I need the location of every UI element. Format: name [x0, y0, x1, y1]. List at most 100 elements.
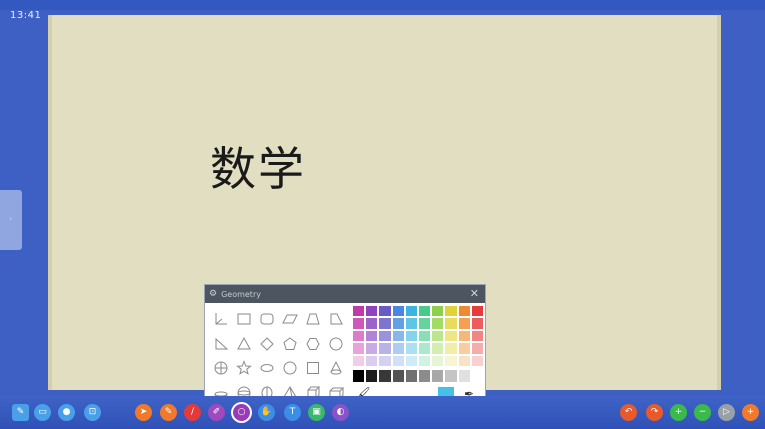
rectangle-icon[interactable] — [236, 311, 252, 327]
eraser-icon[interactable]: ◐ — [332, 404, 349, 421]
color-swatch[interactable] — [417, 317, 432, 330]
right-trapezoid-icon[interactable] — [328, 311, 344, 327]
color-swatch[interactable] — [457, 305, 471, 318]
color-swatch[interactable] — [404, 329, 418, 343]
gray-swatch[interactable] — [365, 369, 379, 383]
right-triangle-icon[interactable] — [213, 336, 229, 352]
color-swatch[interactable] — [417, 354, 432, 367]
color-swatch[interactable] — [457, 354, 471, 367]
color-swatch[interactable] — [378, 342, 392, 355]
circle-outline-icon[interactable] — [282, 360, 298, 376]
color-swatch[interactable] — [470, 342, 484, 355]
color-swatch[interactable] — [417, 342, 432, 355]
edit-icon[interactable]: ✎ — [12, 404, 29, 421]
highlighter-icon[interactable]: / — [184, 404, 201, 421]
gray-swatch[interactable] — [391, 369, 405, 383]
pointer-icon[interactable]: ➤ — [135, 404, 152, 421]
close-icon[interactable]: ✕ — [470, 287, 479, 300]
color-swatch[interactable] — [352, 354, 366, 367]
rounded-rectangle-icon[interactable] — [259, 311, 275, 327]
cross-icon[interactable] — [213, 360, 229, 376]
color-swatch[interactable] — [417, 305, 432, 318]
color-swatch[interactable] — [378, 305, 392, 318]
color-swatch[interactable] — [391, 329, 405, 343]
color-swatch[interactable] — [365, 305, 379, 318]
color-swatch[interactable] — [404, 305, 418, 318]
color-swatch[interactable] — [431, 354, 445, 367]
undo-icon[interactable]: ↶ — [620, 404, 637, 421]
gray-swatch[interactable] — [470, 369, 484, 383]
zoom-out-icon[interactable]: − — [694, 404, 711, 421]
color-swatch[interactable] — [444, 305, 458, 318]
color-swatch[interactable] — [378, 354, 392, 367]
screen-icon[interactable]: ⊡ — [84, 404, 101, 421]
gray-swatch[interactable] — [444, 369, 458, 383]
side-panel-handle[interactable]: › — [0, 190, 22, 250]
color-swatch[interactable] — [457, 317, 471, 330]
color-swatch[interactable] — [444, 329, 458, 343]
pen-icon[interactable]: ✎ — [160, 404, 177, 421]
zoom-in-icon[interactable]: + — [670, 404, 687, 421]
color-swatch[interactable] — [404, 342, 418, 355]
color-swatch[interactable] — [391, 354, 405, 367]
color-swatch[interactable] — [404, 354, 418, 367]
trapezoid-icon[interactable] — [305, 311, 321, 327]
record-icon[interactable]: ● — [58, 404, 75, 421]
color-swatch[interactable] — [365, 342, 379, 355]
diamond-icon[interactable] — [259, 336, 275, 352]
color-swatch[interactable] — [352, 342, 366, 355]
circle-icon[interactable] — [328, 336, 344, 352]
color-swatch[interactable] — [365, 317, 379, 330]
color-swatch[interactable] — [431, 329, 445, 343]
color-swatch[interactable] — [352, 305, 366, 318]
color-swatch[interactable] — [365, 329, 379, 343]
color-swatch[interactable] — [352, 317, 366, 330]
color-swatch[interactable] — [470, 305, 484, 318]
color-swatch[interactable] — [365, 354, 379, 367]
color-swatch[interactable] — [391, 317, 405, 330]
image-icon[interactable]: ▣ — [308, 404, 325, 421]
gray-swatch[interactable] — [352, 369, 366, 383]
gray-swatch[interactable] — [431, 369, 445, 383]
triangle-icon[interactable] — [236, 336, 252, 352]
hexagon-icon[interactable] — [305, 336, 321, 352]
window-icon[interactable]: ▭ — [34, 404, 51, 421]
text-icon[interactable]: T — [284, 404, 301, 421]
redo-icon[interactable]: ↷ — [646, 404, 663, 421]
gray-swatch[interactable] — [404, 369, 418, 383]
color-swatch[interactable] — [391, 305, 405, 318]
shape-icon[interactable]: ○ — [233, 404, 250, 421]
color-swatch[interactable] — [404, 317, 418, 330]
hand-icon[interactable]: ✋ — [258, 404, 275, 421]
color-swatch[interactable] — [352, 329, 366, 343]
color-swatch[interactable] — [444, 342, 458, 355]
gray-swatch[interactable] — [417, 369, 432, 383]
color-swatch[interactable] — [378, 317, 392, 330]
gray-swatch[interactable] — [378, 369, 392, 383]
color-swatch[interactable] — [378, 329, 392, 343]
color-swatch[interactable] — [444, 317, 458, 330]
color-swatch[interactable] — [457, 342, 471, 355]
color-swatch[interactable] — [444, 354, 458, 367]
color-swatch[interactable] — [417, 329, 432, 343]
color-swatch[interactable] — [431, 317, 445, 330]
color-swatch[interactable] — [391, 342, 405, 355]
color-swatch[interactable] — [470, 354, 484, 367]
add-page-icon[interactable]: + — [742, 404, 759, 421]
marker-icon[interactable]: ✐ — [208, 404, 225, 421]
color-swatch[interactable] — [457, 329, 471, 343]
ellipse-icon[interactable] — [259, 360, 275, 376]
square-icon[interactable] — [305, 360, 321, 376]
star-icon[interactable] — [235, 360, 252, 376]
cone-icon[interactable] — [328, 360, 344, 376]
color-swatch[interactable] — [470, 317, 484, 330]
color-swatch[interactable] — [431, 305, 445, 318]
parallelogram-icon[interactable] — [281, 311, 298, 327]
pentagon-icon[interactable] — [282, 336, 298, 352]
panel-titlebar[interactable]: ⚙ Geometry ✕ — [205, 285, 485, 303]
gray-swatch[interactable] — [457, 369, 471, 383]
color-swatch[interactable] — [470, 329, 484, 343]
color-swatch[interactable] — [431, 342, 445, 355]
page-icon[interactable]: ▷ — [718, 404, 735, 421]
axes-icon[interactable] — [213, 311, 229, 327]
